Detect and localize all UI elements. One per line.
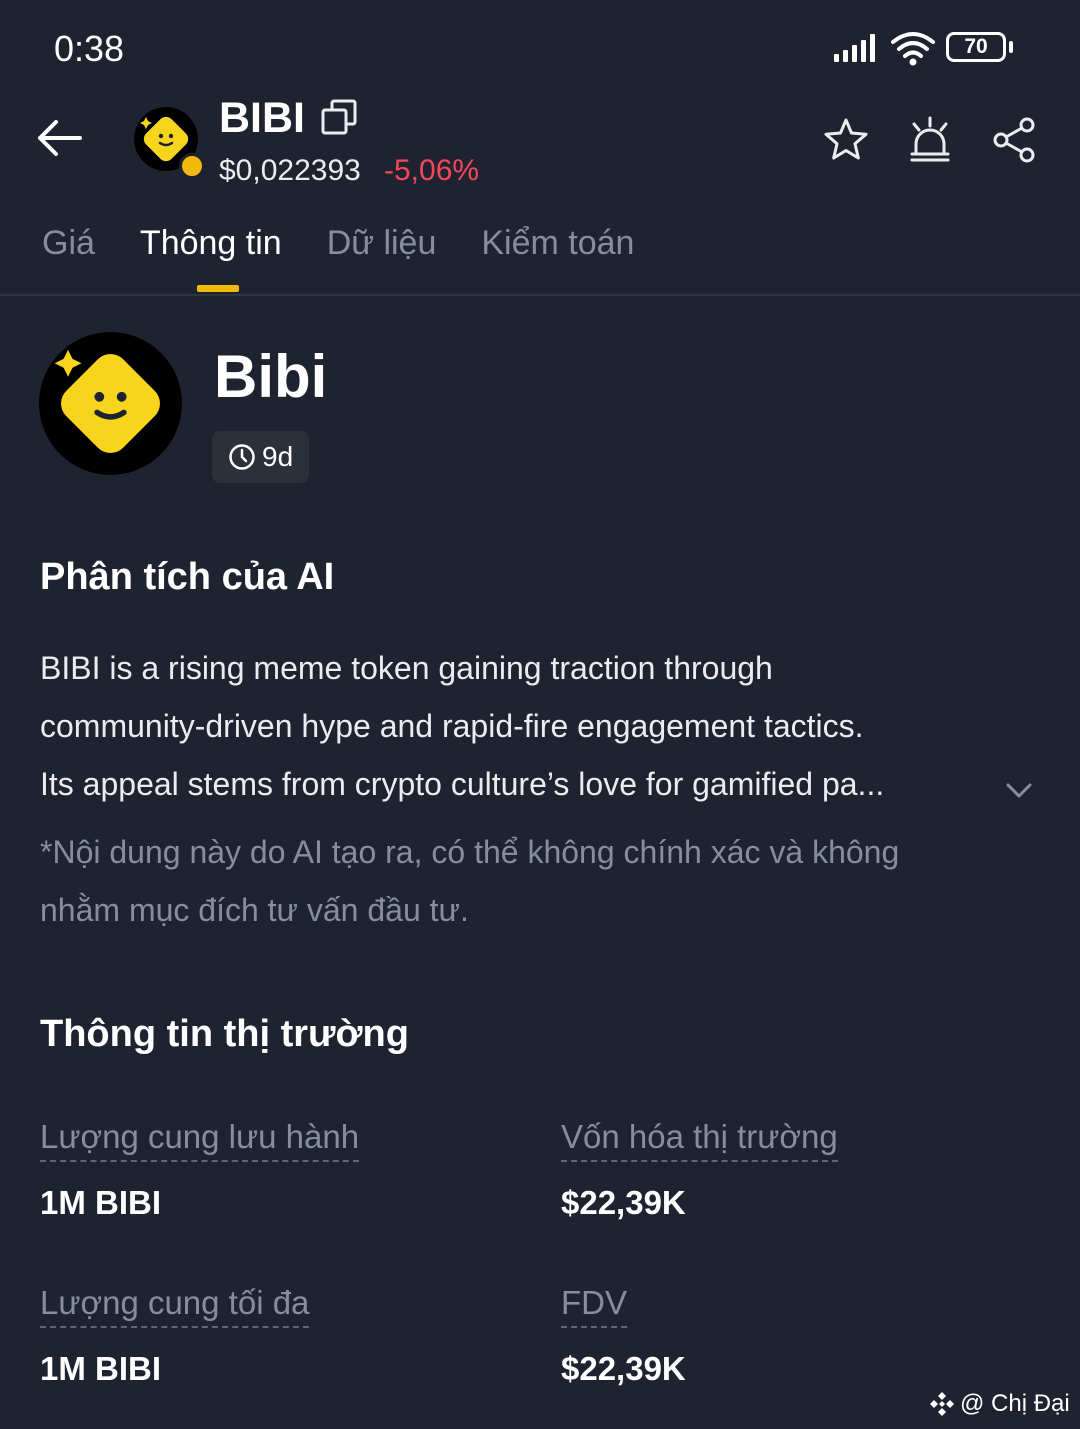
signal-icon — [834, 34, 875, 62]
tab-info[interactable]: Thông tin — [140, 224, 282, 263]
back-arrow-icon[interactable] — [36, 118, 82, 158]
market-cap-label[interactable]: Vốn hóa thị trường — [561, 1118, 838, 1162]
battery-icon: 70 — [946, 32, 1006, 62]
token-logo — [39, 332, 182, 475]
max-supply-value: 1M BIBI — [40, 1350, 162, 1387]
ai-text-line: Its appeal stems from crypto culture’s l… — [40, 766, 885, 802]
watermark: @ Chị Đại — [928, 1390, 1070, 1418]
fdv-label[interactable]: FDV — [561, 1284, 627, 1328]
chevron-down-icon[interactable] — [1004, 778, 1034, 802]
ai-disclaimer-line: nhằm mục đích tư vấn đầu tư. — [40, 892, 469, 928]
binance-logo-icon — [930, 1392, 954, 1416]
token-age: 9d — [262, 441, 294, 472]
battery-tip — [1009, 41, 1013, 53]
market-info-heading: Thông tin thị trường — [40, 1013, 409, 1055]
tab-price[interactable]: Giá — [42, 224, 95, 263]
wifi-icon — [891, 32, 935, 66]
star-icon[interactable] — [822, 116, 870, 164]
tab-divider — [0, 294, 1080, 296]
token-symbol: BIBI — [219, 94, 305, 142]
share-icon[interactable] — [990, 116, 1038, 164]
ai-disclaimer-line: *Nội dung này do AI tạo ra, có thể không… — [40, 834, 900, 870]
ai-text-line: community-driven hype and rapid-fire eng… — [40, 708, 864, 744]
price-change: -5,06% — [384, 154, 480, 187]
copy-icon[interactable] — [320, 98, 358, 136]
price-alert-icon[interactable] — [906, 114, 954, 164]
fdv-value: $22,39K — [561, 1350, 686, 1387]
status-time: 0:38 — [54, 28, 125, 69]
token-age-badge: 9d — [212, 431, 310, 483]
max-supply-label[interactable]: Lượng cung tối đa — [40, 1284, 310, 1328]
watermark-text: @ Chị Đại — [960, 1390, 1070, 1417]
circulating-supply-value: 1M BIBI — [40, 1184, 162, 1221]
token-price: $0,022393 — [219, 154, 361, 187]
active-tab-indicator — [197, 285, 239, 292]
market-cap-value: $22,39K — [561, 1184, 686, 1221]
token-name: Bibi — [214, 343, 328, 410]
circulating-supply-label[interactable]: Lượng cung lưu hành — [40, 1118, 360, 1162]
ai-text-line: BIBI is a rising meme token gaining trac… — [40, 650, 773, 686]
tab-bar: Giá Thông tin Dữ liệu Kiểm toán — [42, 224, 634, 263]
ai-analysis-heading: Phân tích của AI — [40, 556, 335, 598]
clock-icon — [229, 444, 255, 470]
tab-audit[interactable]: Kiểm toán — [481, 224, 634, 263]
chain-badge-icon — [179, 153, 205, 179]
tab-data[interactable]: Dữ liệu — [327, 224, 437, 263]
